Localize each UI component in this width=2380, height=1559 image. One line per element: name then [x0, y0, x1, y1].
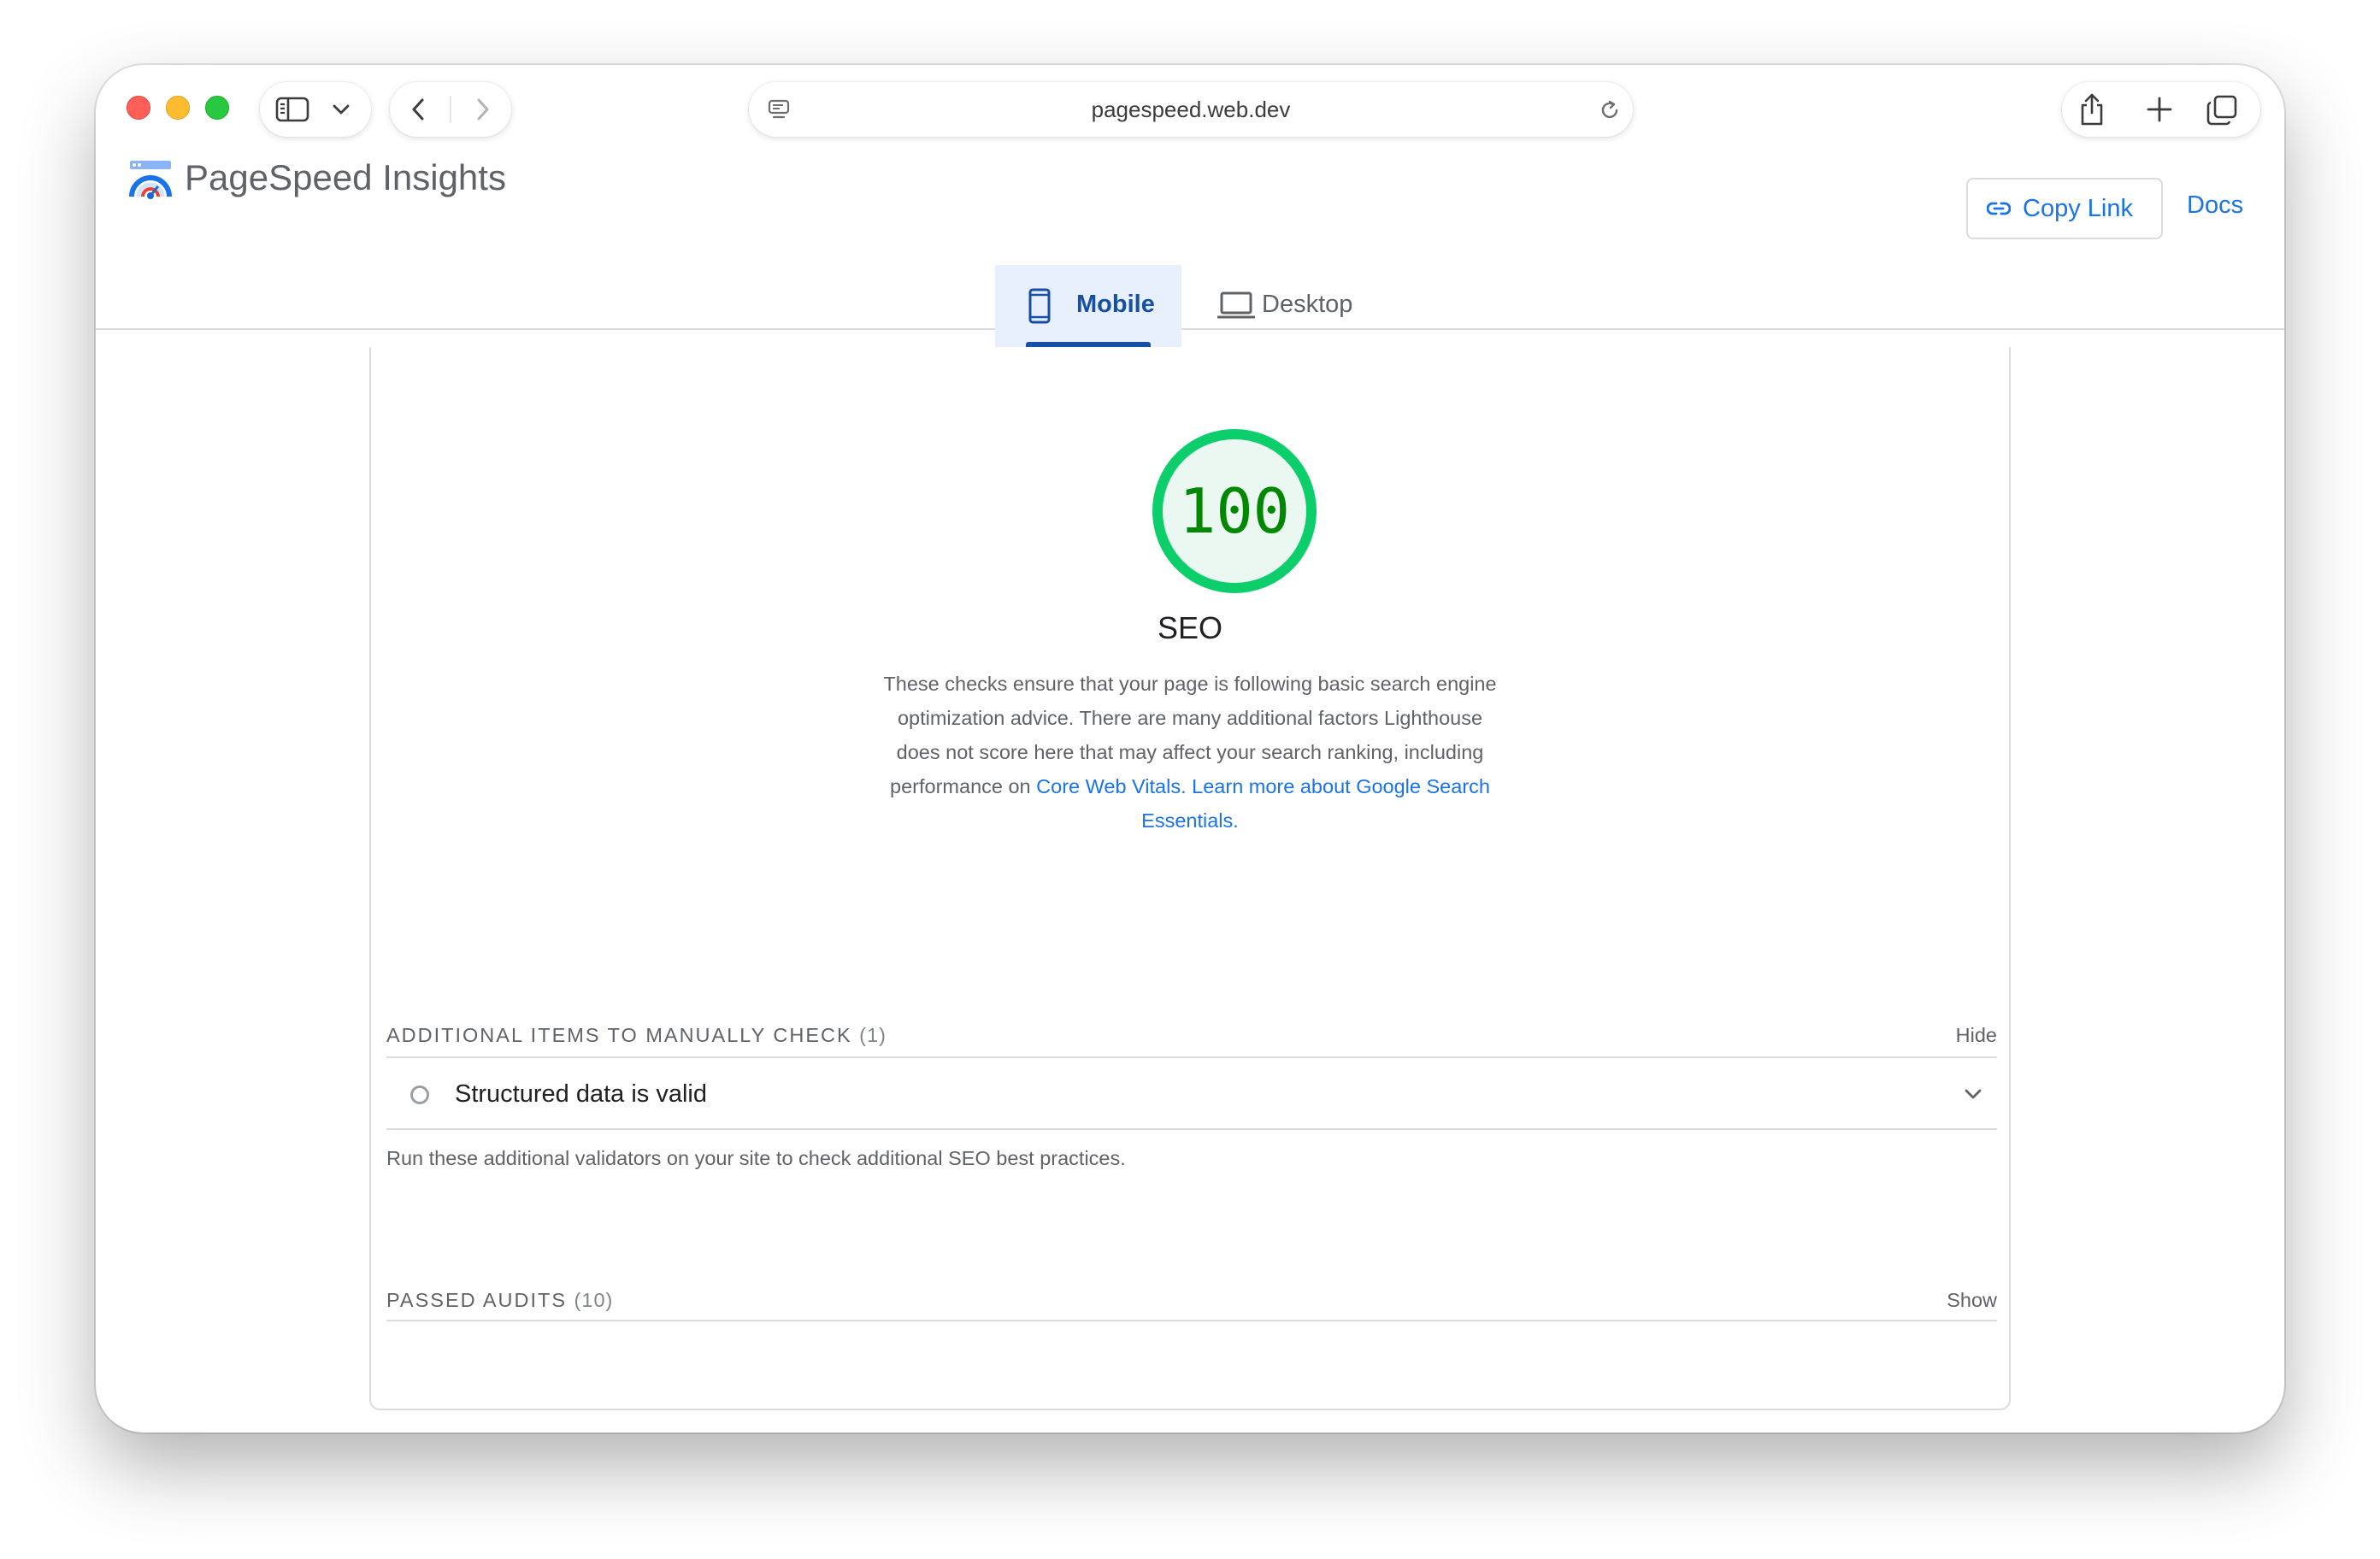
- zoom-window-button[interactable]: [205, 96, 229, 120]
- tab-desktop[interactable]: Desktop: [1199, 265, 1370, 347]
- description-end: .: [1233, 809, 1239, 832]
- description-line: optimization advice. There are many addi…: [897, 707, 1483, 729]
- forward-icon[interactable]: [470, 97, 494, 121]
- passed-audits-count: (10): [574, 1289, 614, 1311]
- learn-more-link-continued[interactable]: Essentials: [1141, 809, 1233, 832]
- hide-toggle[interactable]: Hide: [1956, 1024, 1997, 1047]
- passed-audits-title: PASSED AUDITS: [386, 1289, 568, 1311]
- back-icon[interactable]: [407, 97, 431, 121]
- description-line: Essentials.: [371, 803, 2009, 838]
- audit-structured-data[interactable]: Structured data is valid: [386, 1056, 1997, 1130]
- close-window-button[interactable]: [127, 96, 150, 120]
- smartphone-icon: [1028, 288, 1051, 324]
- url-text[interactable]: pagespeed.web.dev: [749, 82, 1633, 137]
- learn-more-link[interactable]: Learn more about Google Search: [1192, 775, 1490, 797]
- description-line: performance on Core Web Vitals. Learn mo…: [371, 769, 2009, 803]
- reload-icon[interactable]: [1599, 99, 1621, 121]
- tab-desktop-label: Desktop: [1262, 291, 1353, 318]
- sidebar-toggle-group: [260, 82, 371, 137]
- tab-mobile[interactable]: Mobile: [995, 265, 1181, 347]
- pagespeed-logo-icon[interactable]: [128, 159, 173, 200]
- description-separator: .: [1181, 775, 1193, 797]
- laptop-icon: [1217, 291, 1255, 319]
- show-toggle[interactable]: Show: [1947, 1289, 1997, 1312]
- audit-title: Structured data is valid: [455, 1080, 707, 1108]
- tab-mobile-label: Mobile: [1076, 291, 1155, 318]
- manual-audit-bullet-icon: [410, 1085, 429, 1104]
- chevron-down-icon[interactable]: [332, 103, 351, 116]
- core-web-vitals-link[interactable]: Core Web Vitals: [1036, 775, 1181, 797]
- window-actions-group: [2062, 82, 2260, 137]
- share-icon[interactable]: [2077, 92, 2106, 126]
- manual-checks-count: (1): [859, 1024, 887, 1046]
- section-divider: [386, 1320, 1997, 1321]
- copy-link-button[interactable]: Copy Link: [1966, 178, 2163, 239]
- manual-checks-title: ADDITIONAL ITEMS TO MANUALLY CHECK: [386, 1024, 852, 1046]
- address-bar[interactable]: pagespeed.web.dev: [749, 82, 1633, 137]
- category-description: These checks ensure that your page is fo…: [371, 667, 2009, 838]
- sidebar-icon[interactable]: [275, 96, 309, 123]
- tab-overview-icon[interactable]: [2206, 94, 2238, 126]
- seo-report-card: 100 SEO These checks ensure that your pa…: [369, 347, 2011, 1410]
- category-title: SEO: [1157, 610, 1223, 645]
- score-value: 100: [1178, 475, 1291, 547]
- description-line: does not score here that may affect your…: [896, 741, 1484, 763]
- link-icon: [1987, 202, 2011, 215]
- nav-divider: [450, 96, 451, 123]
- docs-link[interactable]: Docs: [2187, 191, 2243, 220]
- brand-title[interactable]: PageSpeed Insights: [185, 157, 506, 198]
- new-tab-icon[interactable]: [2146, 96, 2173, 123]
- minimize-window-button[interactable]: [166, 96, 190, 120]
- description-line: These checks ensure that your page is fo…: [883, 673, 1497, 695]
- manual-checks-header[interactable]: ADDITIONAL ITEMS TO MANUALLY CHECK (1) H…: [386, 1024, 1997, 1058]
- browser-toolbar: pagespeed.web.dev: [96, 65, 2284, 156]
- manual-checks-note: Run these additional validators on your …: [386, 1147, 1126, 1169]
- description-text: performance on: [890, 775, 1037, 797]
- copy-link-label: Copy Link: [2023, 195, 2133, 222]
- history-nav-group: [390, 82, 511, 137]
- browser-window: pagespeed.web.dev PageSpeed Insights Cop…: [96, 65, 2284, 1433]
- passed-audits-header[interactable]: PASSED AUDITS (10) Show: [386, 1289, 1997, 1323]
- expand-chevron-icon[interactable]: [1963, 1085, 1983, 1103]
